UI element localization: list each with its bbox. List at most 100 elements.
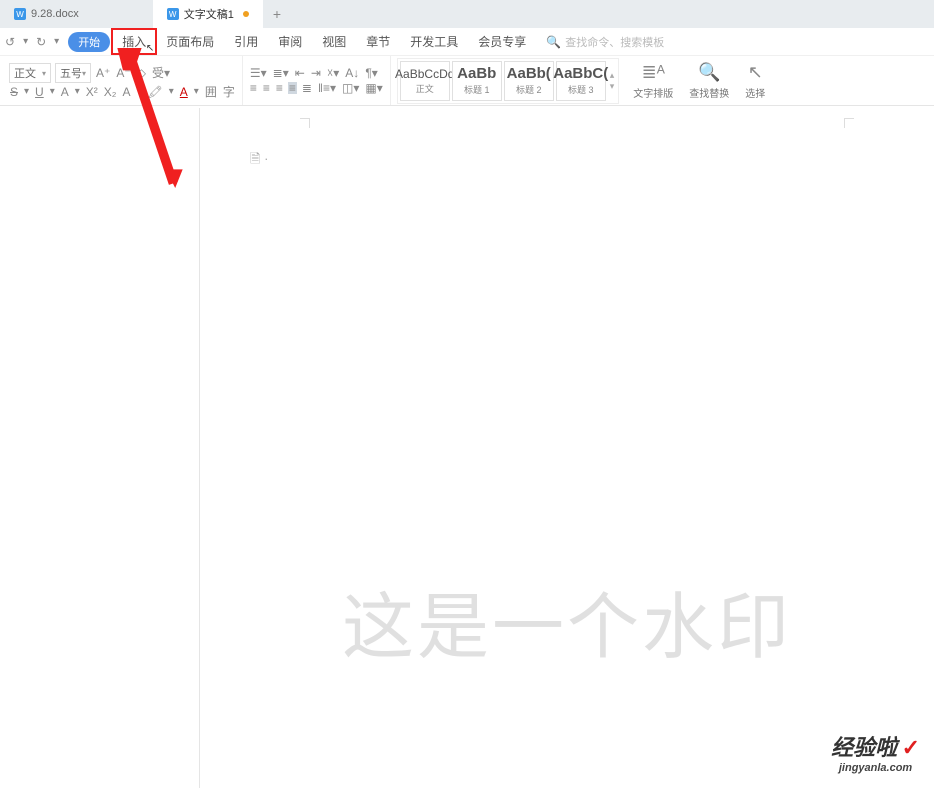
highlight-icon[interactable]: 🖍 (147, 86, 164, 98)
style-heading1[interactable]: AaBb 标题 1 (452, 61, 502, 101)
strikethrough-icon[interactable]: S (9, 86, 19, 98)
tab-page-layout[interactable]: 页面布局 (156, 29, 224, 54)
shading-icon[interactable]: ◫▾ (341, 82, 360, 94)
font-color-icon[interactable]: A (179, 86, 189, 98)
sort-asc-icon[interactable]: A↓ (344, 67, 360, 79)
style-label: 正文 (416, 82, 434, 95)
superscript-icon[interactable]: X² (85, 86, 99, 98)
style-gallery[interactable]: AaBbCcDd 正文 AaBb 标题 1 AaBb( 标题 2 AaBbC( … (397, 58, 620, 104)
outdent-icon[interactable]: ⇤ (294, 67, 306, 79)
chevron-down-icon: ▾ (82, 69, 86, 78)
tab-insert[interactable]: 插入 ↖ (112, 29, 156, 54)
check-icon: ✓ (902, 735, 920, 760)
distribute-icon[interactable]: ≣ (301, 82, 313, 94)
unsaved-indicator-icon (243, 11, 249, 17)
align-center-icon[interactable]: ≡ (262, 82, 271, 94)
page-icon: 🗎 · (250, 150, 268, 172)
paragraph-group: ☰▾ ≣▾ ⇤ ⇥ ☓▾ A↓ ¶▾ ≡ ≡ ≡ ≡ ≣ ‖≡▾ ◫▾ ▦▾ (243, 56, 391, 105)
dropdown-icon[interactable]: ▾ (49, 87, 56, 97)
style-heading2[interactable]: AaBb( 标题 2 (504, 61, 554, 101)
tab-start[interactable]: 开始 (68, 32, 110, 52)
line-spacing-icon[interactable]: ‖≡▾ (317, 82, 337, 94)
find-replace-button[interactable]: 🔍 查找替换 (681, 60, 737, 102)
tab-active[interactable]: W 文字文稿1 (153, 0, 263, 28)
sort-icon[interactable]: ☓▾ (326, 67, 340, 79)
style-label: 标题 3 (568, 83, 594, 96)
clear-format-icon[interactable]: ◇ (136, 67, 147, 79)
tab-reference[interactable]: 引用 (224, 29, 268, 54)
ruler-margin-left-icon (300, 118, 310, 128)
dropdown-icon[interactable]: ▾ (168, 87, 175, 97)
align-right-icon[interactable]: ≡ (275, 82, 284, 94)
menu-bar: ↺ ▾ ↻ ▾ 开始 插入 ↖ 页面布局 引用 审阅 视图 章节 开发工具 会员… (0, 28, 934, 56)
annotation-logo-text: 经验啦 (831, 735, 897, 760)
border-icon[interactable]: 囲 (204, 86, 218, 98)
tab-view[interactable]: 视图 (312, 29, 356, 54)
scroll-up-icon[interactable]: ▴ (610, 70, 615, 81)
watermark-text: 这是一个水印 (342, 568, 792, 673)
numbered-list-icon[interactable]: ≣▾ (272, 67, 290, 79)
ruler-margin-right-icon (844, 118, 854, 128)
annotation-url: jingyanla.com (831, 762, 920, 774)
show-marks-icon[interactable]: ¶▾ (364, 67, 378, 79)
font-family-combo[interactable]: 正文 ▾ (9, 63, 51, 83)
ribbon-label: 文字排版 (633, 85, 673, 100)
style-label: 标题 2 (516, 83, 542, 96)
style-sample: AaBbCcDd (395, 67, 454, 81)
ribbon: 正文 ▾ 五号 ▾ A⁺ A⁻ ◇ 受▾ S ▾ U ▾ A ▾ X² X₂ A… (0, 56, 934, 106)
char-border-icon[interactable]: 字 (222, 86, 236, 98)
change-case-icon[interactable]: 受▾ (151, 67, 171, 79)
bullet-list-icon[interactable]: ☰▾ (249, 67, 268, 79)
search-icon: 🔍 (546, 35, 561, 49)
navigation-panel[interactable] (0, 108, 200, 788)
scroll-down-icon[interactable]: ▾ (610, 81, 615, 92)
tab-bar: W 9.28.docx W 文字文稿1 + (0, 0, 934, 28)
font-family-value: 正文 (14, 65, 36, 81)
dropdown-icon[interactable]: ▾ (193, 87, 200, 97)
chevron-down-icon: ▾ (42, 69, 46, 78)
cursor-icon: ↖ (748, 62, 763, 83)
undo-dropdown-icon[interactable]: ▾ (22, 37, 29, 47)
font-size-combo[interactable]: 五号 ▾ (55, 63, 91, 83)
grow-font-icon[interactable]: A⁺ (95, 67, 111, 79)
underline-icon[interactable]: U (34, 86, 45, 98)
ribbon-label: 查找替换 (689, 85, 729, 100)
tab-inactive[interactable]: W 9.28.docx (0, 0, 93, 28)
styles-group: AaBbCcDd 正文 AaBb 标题 1 AaBb( 标题 2 AaBbC( … (391, 56, 626, 105)
align-left-icon[interactable]: ≡ (249, 82, 258, 94)
tab-label: 文字文稿1 (184, 6, 234, 22)
bold-icon[interactable]: A (60, 86, 70, 98)
font-size-value: 五号 (60, 65, 82, 81)
cursor-icon: ↖ (146, 43, 154, 54)
tab-vip[interactable]: 会员专享 (468, 29, 536, 54)
tab-review[interactable]: 审阅 (268, 29, 312, 54)
borders-icon[interactable]: ▦▾ (364, 82, 383, 94)
text-effects-icon[interactable]: A (121, 86, 131, 98)
plus-icon: + (273, 6, 281, 22)
page-canvas[interactable]: 🗎 · 这是一个水印 (200, 108, 934, 788)
dropdown-icon[interactable]: ▾ (74, 87, 81, 97)
quick-access: ↺ ▾ ↻ ▾ (4, 36, 68, 48)
dropdown-icon[interactable]: ▾ (23, 87, 30, 97)
text-layout-button[interactable]: ≣ᴬ 文字排版 (625, 60, 681, 102)
select-button[interactable]: ↖ 选择 (737, 60, 773, 102)
text-layout-icon: ≣ᴬ (642, 62, 665, 83)
style-body[interactable]: AaBbCcDd 正文 (400, 61, 450, 101)
subscript-icon[interactable]: X₂ (103, 86, 118, 98)
tab-devtools[interactable]: 开发工具 (400, 29, 468, 54)
search-placeholder: 查找命令、搜索模板 (565, 34, 664, 50)
more-icon[interactable]: ▾ (53, 37, 60, 47)
align-justify-icon[interactable]: ≡ (288, 82, 297, 94)
undo-icon[interactable]: ↺ (4, 36, 16, 48)
shrink-font-icon[interactable]: A⁻ (115, 67, 131, 79)
search-box[interactable]: 🔍 查找命令、搜索模板 (546, 34, 664, 50)
style-heading3[interactable]: AaBbC( 标题 3 (556, 61, 606, 101)
new-tab-button[interactable]: + (263, 6, 291, 22)
redo-icon[interactable]: ↻ (35, 36, 47, 48)
font-group: 正文 ▾ 五号 ▾ A⁺ A⁻ ◇ 受▾ S ▾ U ▾ A ▾ X² X₂ A… (3, 56, 243, 105)
indent-icon[interactable]: ⇥ (310, 67, 322, 79)
search-icon: 🔍 (698, 62, 720, 83)
doc-icon: W (14, 8, 26, 20)
tab-section[interactable]: 章节 (356, 29, 400, 54)
dropdown-icon[interactable]: ▾ (135, 87, 142, 97)
